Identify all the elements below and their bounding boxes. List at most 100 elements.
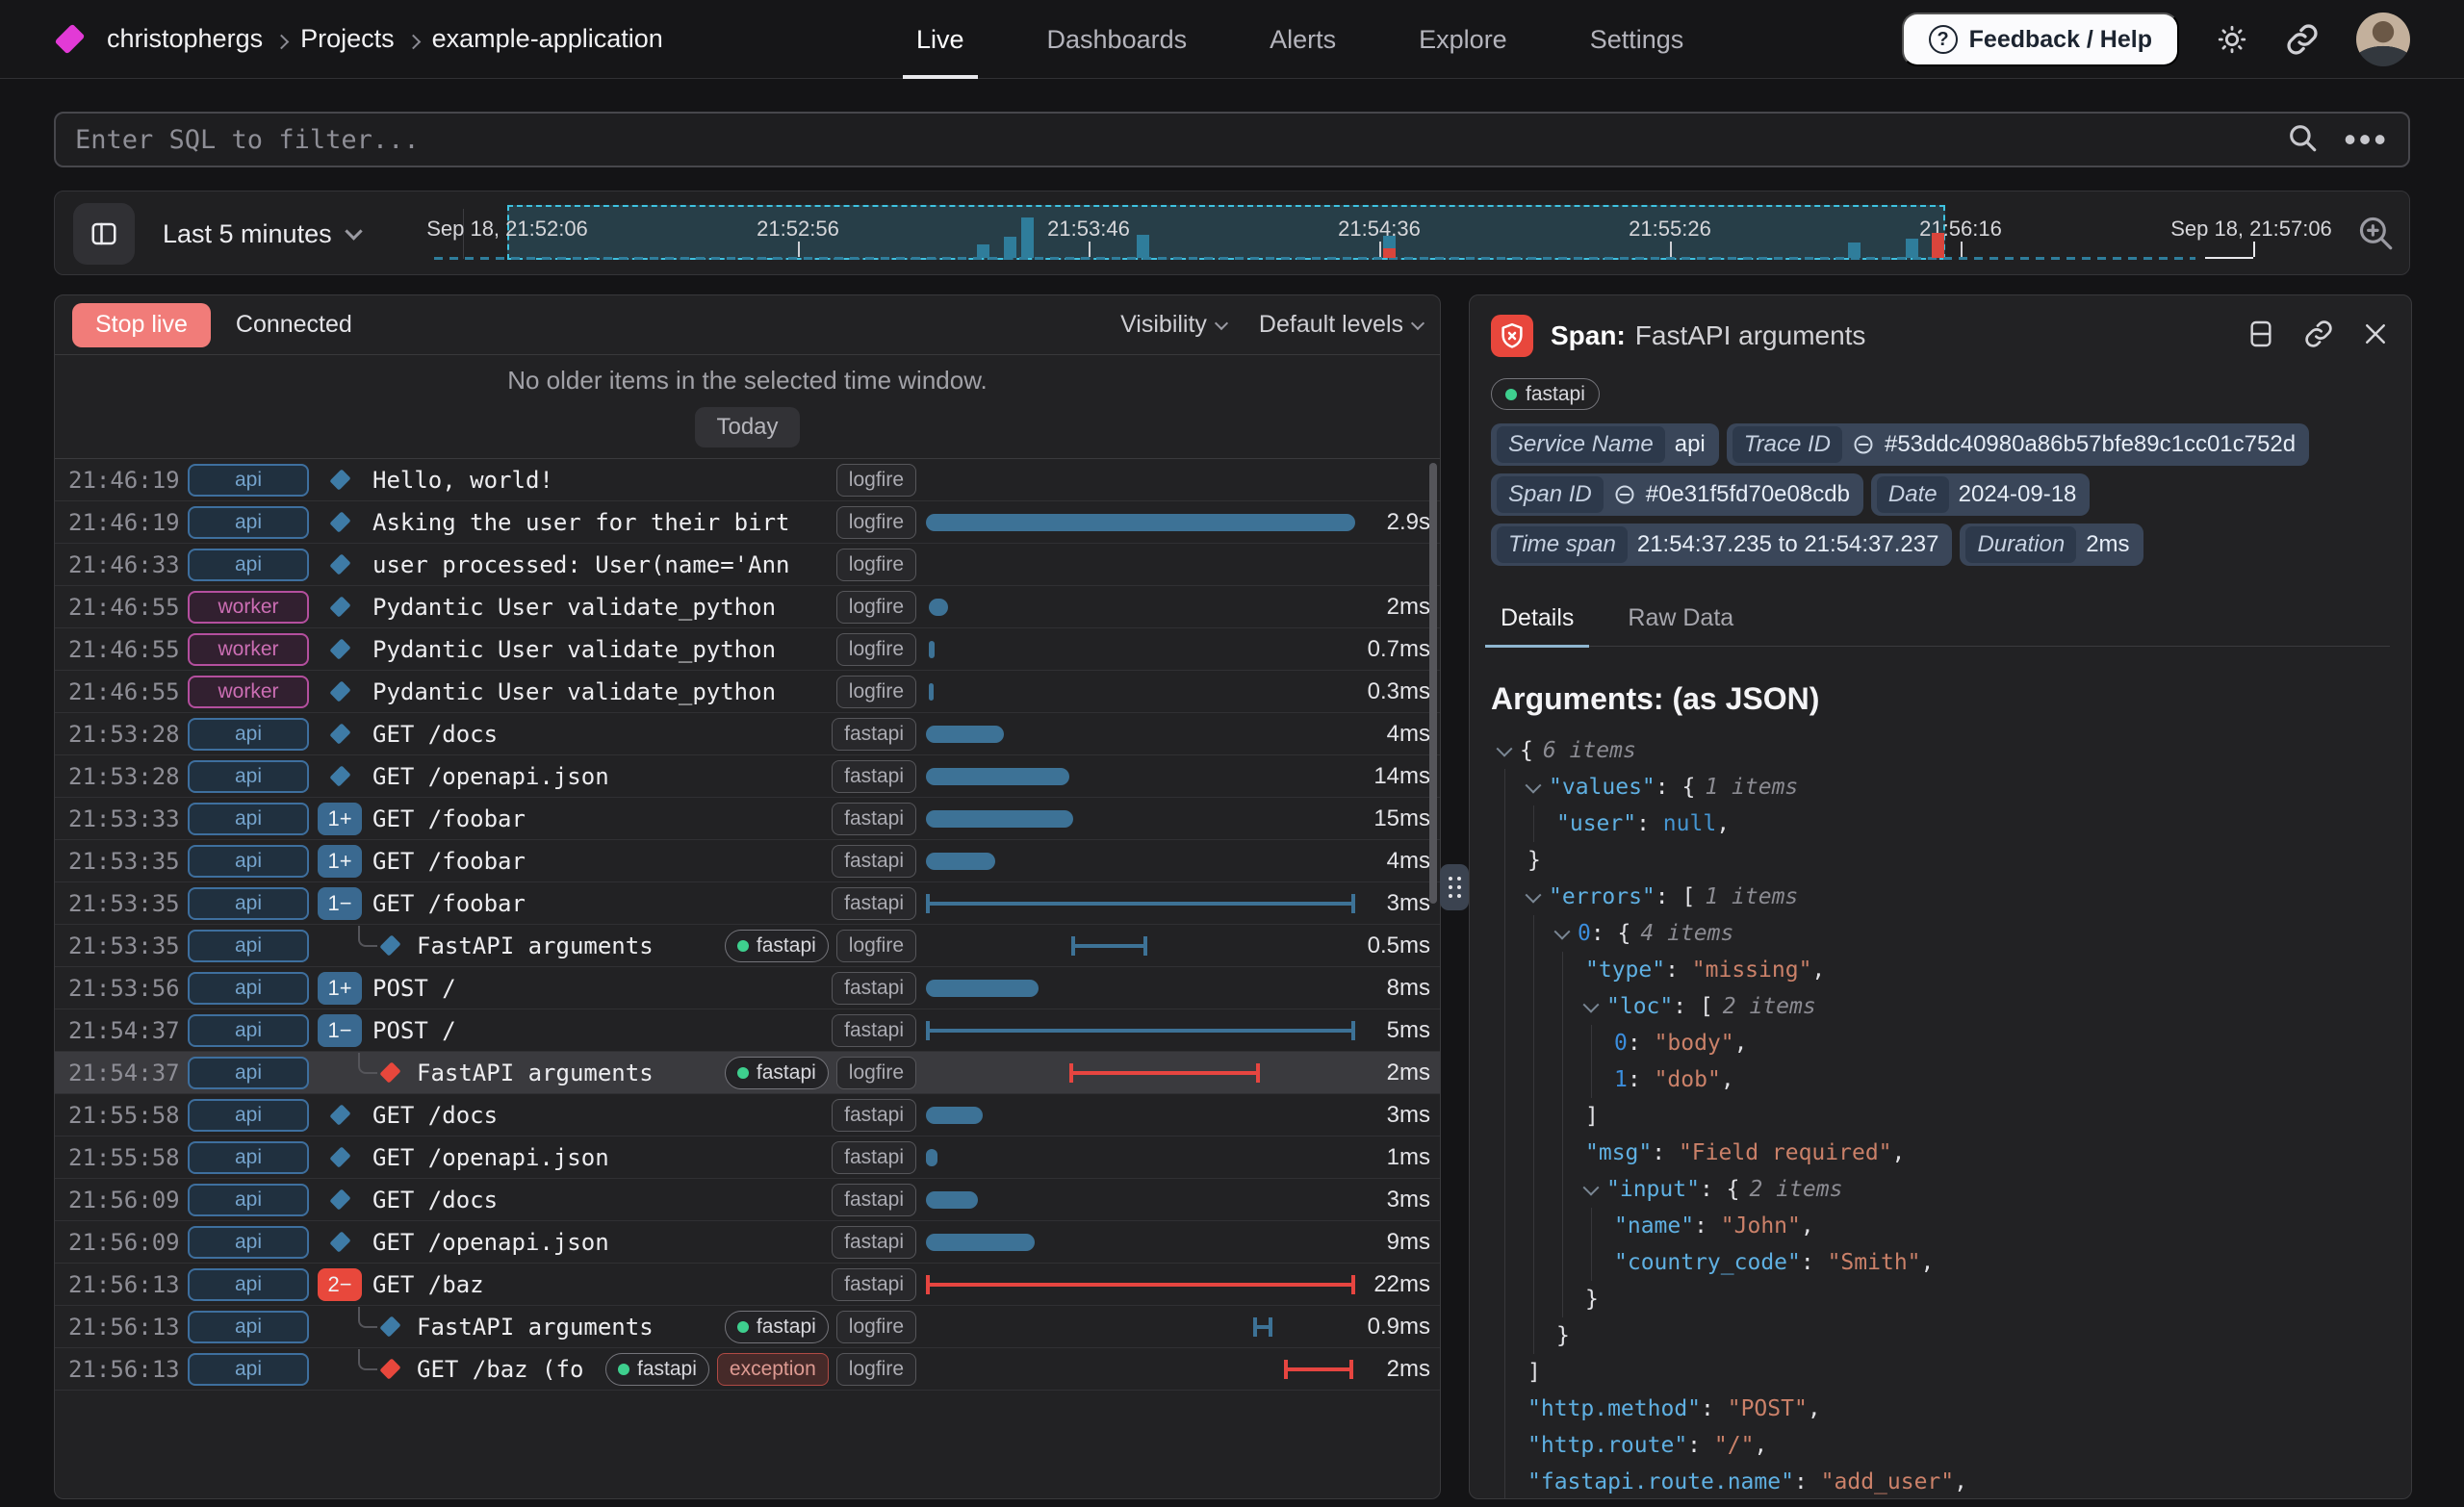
row-icon-cell: 1+ (317, 803, 363, 835)
tree-elbow-icon (358, 1053, 377, 1074)
scope-pill: fastapi (832, 887, 916, 920)
time-range-dropdown[interactable]: Last 5 minutes (163, 192, 360, 276)
trace-row[interactable]: 21:46:55workerPydantic User validate_pyt… (55, 671, 1440, 713)
chip-value: 21:54:37.235 to 21:54:37.237 (1637, 531, 1939, 558)
span-name: GET /foobar (372, 848, 824, 875)
trace-row[interactable]: 21:56:13apiFastAPI argumentsfastapilogfi… (55, 1306, 1440, 1348)
child-count-badge[interactable]: 1+ (318, 972, 362, 1005)
collapse-caret-icon[interactable] (1583, 1180, 1600, 1196)
trace-row[interactable]: 21:53:28apiGET /docsfastapi4ms (55, 713, 1440, 755)
feedback-help-button[interactable]: ? Feedback / Help (1902, 13, 2179, 66)
timeline-histogram-bar (1137, 235, 1149, 258)
trace-row[interactable]: 21:46:33apiuser processed: User(name='An… (55, 544, 1440, 586)
trace-row[interactable]: 21:53:35apiFastAPI argumentsfastapilogfi… (55, 925, 1440, 967)
nav-tab-alerts[interactable]: Alerts (1270, 0, 1336, 79)
logfire-logo-icon[interactable] (55, 24, 86, 55)
close-icon[interactable] (2361, 319, 2390, 353)
child-count-badge[interactable]: 1+ (318, 803, 362, 835)
detail-tab-details[interactable]: Details (1495, 595, 1579, 646)
trace-row[interactable]: 21:53:28apiGET /openapi.jsonfastapi14ms (55, 755, 1440, 798)
child-count-badge[interactable]: 1− (318, 887, 362, 920)
nav-tab-explore[interactable]: Explore (1419, 0, 1507, 79)
row-tags: fastapiexceptionlogfire (605, 1353, 916, 1386)
timeline-tick-label: 21:54:36 (1338, 217, 1421, 242)
json-token-punct: : [ (1656, 884, 1696, 909)
json-token-str: "dob" (1655, 1067, 1721, 1092)
breadcrumb-item[interactable]: example-application (432, 24, 663, 53)
search-icon[interactable] (2286, 121, 2319, 159)
nav-tab-live[interactable]: Live (916, 0, 964, 79)
child-count-badge[interactable]: 1− (318, 1014, 362, 1047)
list-scrollbar-thumb[interactable] (1429, 463, 1437, 904)
panel-resize-handle[interactable] (1440, 864, 1469, 910)
json-token-idx: 0 (1578, 921, 1591, 946)
trace-row[interactable]: 21:46:19apiHello, world!logfire (55, 459, 1440, 501)
json-token-punct: : [ (1673, 994, 1713, 1019)
visibility-dropdown[interactable]: Visibility (1120, 311, 1226, 339)
child-count-badge[interactable]: 2− (318, 1268, 362, 1301)
theme-toggle-icon[interactable] (2216, 23, 2248, 56)
json-line: "type": "missing", (1491, 952, 2390, 988)
row-duration: 2ms (1363, 1060, 1430, 1086)
row-timestamp: 21:56:13 (68, 1314, 176, 1341)
collapse-caret-icon[interactable] (1497, 741, 1513, 757)
trace-row[interactable]: 21:53:35api1−GET /foobarfastapi3ms (55, 882, 1440, 925)
scope-pill: fastapi (832, 1184, 916, 1216)
duration-bar-area (924, 459, 1357, 500)
trace-row[interactable]: 21:53:33api1+GET /foobarfastapi15ms (55, 798, 1440, 840)
detail-tab-raw-data[interactable]: Raw Data (1622, 595, 1739, 646)
trace-row[interactable]: 21:56:13api2−GET /bazfastapi22ms (55, 1264, 1440, 1306)
split-view-icon[interactable] (2246, 319, 2276, 354)
indent-guide (1562, 1208, 1563, 1244)
trace-row[interactable]: 21:55:58apiGET /openapi.jsonfastapi1ms (55, 1137, 1440, 1179)
trace-row[interactable]: 21:56:09apiGET /openapi.jsonfastapi9ms (55, 1221, 1440, 1264)
indent-guide (1504, 1025, 1505, 1061)
breadcrumb-item[interactable]: Projects (300, 24, 395, 53)
trace-row[interactable]: 21:46:55workerPydantic User validate_pyt… (55, 586, 1440, 628)
indent-guide (1504, 952, 1505, 988)
timeline-zoom-in-icon[interactable] (2355, 213, 2396, 258)
child-count-badge[interactable]: 1+ (318, 845, 362, 878)
default-levels-dropdown[interactable]: Default levels (1259, 311, 1423, 339)
trace-row[interactable]: 21:53:56api1+POST /fastapi8ms (55, 967, 1440, 1009)
breadcrumb-items: christophergs Projects example-application (101, 24, 669, 54)
trace-row[interactable]: 21:56:09apiGET /docsfastapi3ms (55, 1179, 1440, 1221)
collapse-caret-icon[interactable] (1554, 924, 1571, 940)
collapse-caret-icon[interactable] (1526, 887, 1542, 904)
collapse-caret-icon[interactable] (1526, 778, 1542, 794)
stop-live-button[interactable]: Stop live (72, 303, 211, 347)
trace-row[interactable]: 21:54:37api1−POST /fastapi5ms (55, 1009, 1440, 1052)
breadcrumb-item[interactable]: christophergs (107, 24, 263, 53)
duration-bar-area (924, 1179, 1357, 1220)
json-token-str: "add_user" (1821, 1469, 1954, 1494)
indent-guide (1562, 1171, 1563, 1208)
link-icon[interactable] (1613, 483, 1636, 506)
row-timestamp: 21:56:09 (68, 1187, 176, 1213)
user-avatar[interactable] (2356, 13, 2410, 66)
trace-row[interactable]: 21:54:37apiFastAPI argumentsfastapilogfi… (55, 1052, 1440, 1094)
trace-row[interactable]: 21:46:55workerPydantic User validate_pyt… (55, 628, 1440, 671)
meta-chip-span-id[interactable]: Span ID#0e31f5fd70e08cdb (1491, 473, 1863, 516)
json-line: ] (1491, 1098, 2390, 1135)
today-button[interactable]: Today (695, 407, 799, 447)
trace-row[interactable]: 21:56:13apiGET /baz (fofastapiexceptionl… (55, 1348, 1440, 1391)
sql-filter-input[interactable] (75, 125, 2286, 155)
trace-row[interactable]: 21:53:35api1+GET /foobarfastapi4ms (55, 840, 1440, 882)
trace-row[interactable]: 21:46:19apiAsking the user for their bir… (55, 501, 1440, 544)
span-name: GET /foobar (372, 805, 824, 832)
nav-tab-dashboards[interactable]: Dashboards (1047, 0, 1188, 79)
link-icon[interactable] (1852, 433, 1875, 456)
share-link-icon[interactable] (2285, 22, 2320, 57)
meta-chip-trace-id[interactable]: Trace ID#53ddc40980a86b57bfe89c1cc01c752… (1727, 423, 2309, 466)
json-token-punct: } (1585, 1287, 1599, 1312)
sidebar-toggle-button[interactable] (73, 203, 135, 265)
more-options-icon[interactable]: ••• (2344, 130, 2389, 149)
copy-link-icon[interactable] (2303, 319, 2334, 354)
timeline-selection[interactable] (507, 205, 1945, 260)
collapse-caret-icon[interactable] (1583, 997, 1600, 1013)
duration-bar-area (924, 967, 1357, 1009)
row-timestamp: 21:55:58 (68, 1102, 176, 1129)
duration-bar (926, 514, 1355, 531)
nav-tab-settings[interactable]: Settings (1590, 0, 1684, 79)
trace-row[interactable]: 21:55:58apiGET /docsfastapi3ms (55, 1094, 1440, 1137)
